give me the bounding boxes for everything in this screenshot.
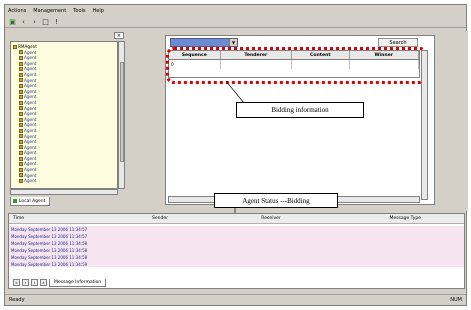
- agent-icon: [19, 123, 23, 128]
- agent-tab-icon: [13, 199, 17, 203]
- message-tab-bar: « ‹ › » Message Information: [13, 278, 107, 287]
- app-window: Actions Management Tools Help ▣ ‹ › □ ! …: [4, 4, 468, 306]
- agent-icon: [19, 95, 23, 100]
- main-vertical-scrollbar[interactable]: [421, 50, 428, 200]
- agent-icon: [19, 134, 23, 139]
- agent-icon: [19, 106, 23, 111]
- forward-icon[interactable]: ›: [30, 17, 39, 26]
- first-page-icon[interactable]: «: [13, 279, 20, 286]
- message-pane: Time Sender Receiver Message Type Monday…: [8, 213, 465, 289]
- last-page-icon[interactable]: »: [40, 279, 47, 286]
- bidding-table: Sequence Tenderer Content Winner 0: [166, 47, 428, 84]
- agent-icon: [19, 139, 23, 144]
- menu-management[interactable]: Management: [33, 8, 66, 14]
- agent-icon: [19, 61, 23, 66]
- agent-select[interactable]: ▼: [170, 38, 238, 47]
- menu-bar: Actions Management Tools Help: [5, 5, 466, 16]
- agent-status-callout: Agent Status ---Bidding: [214, 193, 338, 208]
- folder-icon: [13, 44, 17, 49]
- message-time: Monday September 13 2006 11:34:57: [11, 234, 88, 239]
- info-icon[interactable]: !: [52, 17, 61, 26]
- menu-help[interactable]: Help: [93, 8, 104, 14]
- column-header[interactable]: Receiver: [213, 216, 325, 221]
- agent-icon: [19, 72, 23, 77]
- agent-icon: [19, 111, 23, 116]
- agent-icon: [19, 167, 23, 172]
- bidding-panel: ▼ Search Sequence Tenderer Content Winne…: [165, 35, 435, 205]
- tree-horizontal-scrollbar[interactable]: [10, 189, 118, 195]
- column-header[interactable]: Time: [9, 216, 103, 221]
- agent-icon: [19, 78, 23, 83]
- agent-icon: [19, 145, 23, 150]
- highlight-outline: [166, 47, 428, 84]
- tab-local-agent-label: Local Agent: [19, 198, 46, 204]
- message-time: Monday September 13 2006 11:34:59: [11, 262, 88, 267]
- tree-item[interactable]: Agent: [13, 178, 115, 184]
- message-row[interactable]: Monday September 13 2006 11:34:58: [9, 254, 464, 261]
- column-header[interactable]: Message Type: [325, 216, 425, 221]
- agent-icon: [19, 67, 23, 72]
- agent-icon: [19, 151, 23, 156]
- next-page-icon[interactable]: ›: [31, 279, 38, 286]
- agent-icon: [19, 128, 23, 133]
- toolbar: ▣ ‹ › □ !: [5, 16, 466, 28]
- bidding-pane: ▼ Search Sequence Tenderer Content Winne…: [129, 31, 468, 211]
- agent-icon: [19, 162, 23, 167]
- chevron-down-icon[interactable]: ▼: [229, 39, 237, 46]
- status-indicator: NUM: [450, 297, 462, 303]
- message-row[interactable]: Monday September 13 2006 11:34:58: [9, 247, 464, 254]
- tab-message-information[interactable]: Message Information: [49, 278, 107, 287]
- agent-icon: [19, 173, 23, 178]
- status-text: Ready: [9, 297, 25, 303]
- agent-icon: [19, 89, 23, 94]
- agent-icon: [19, 117, 23, 122]
- tree-item-label: Agent: [24, 178, 37, 184]
- message-list: Monday September 13 2006 11:34:57 Monday…: [9, 226, 464, 268]
- agent-icon: [19, 179, 23, 184]
- agent-icon: [19, 55, 23, 60]
- message-row[interactable]: Monday September 13 2006 11:34:58: [9, 240, 464, 247]
- prev-page-icon[interactable]: ‹: [22, 279, 29, 286]
- message-time: Monday September 13 2006 11:34:58: [11, 255, 88, 260]
- new-icon[interactable]: ▣: [8, 17, 17, 26]
- message-row[interactable]: Monday September 13 2006 11:34:57: [9, 233, 464, 240]
- message-time: Monday September 13 2006 11:34:58: [11, 241, 88, 246]
- search-button[interactable]: Search: [378, 38, 418, 47]
- message-row[interactable]: Monday September 13 2006 11:34:59: [9, 261, 464, 268]
- message-row[interactable]: Monday September 13 2006 11:34:57: [9, 226, 464, 233]
- refresh-icon[interactable]: □: [41, 17, 50, 26]
- agent-tree-pane: × RMAgent Agent Agent Agent Agent Agent …: [8, 31, 126, 211]
- message-time: Monday September 13 2006 11:34:58: [11, 248, 88, 253]
- agent-tree: RMAgent Agent Agent Agent Agent Agent Ag…: [10, 41, 118, 189]
- agent-icon: [19, 156, 23, 161]
- message-table-header: Time Sender Receiver Message Type: [9, 214, 464, 224]
- agent-icon: [19, 83, 23, 88]
- scroll-thumb[interactable]: [120, 62, 124, 162]
- message-time: Monday September 13 2006 11:34:57: [11, 227, 88, 232]
- column-header[interactable]: Sender: [103, 216, 213, 221]
- tree-vertical-scrollbar[interactable]: [118, 41, 125, 189]
- status-bar: Ready NUM: [5, 294, 466, 305]
- menu-actions[interactable]: Actions: [8, 8, 26, 14]
- close-icon[interactable]: ×: [114, 32, 124, 39]
- agent-icon: [19, 50, 23, 55]
- agent-icon: [19, 100, 23, 105]
- menu-tools[interactable]: Tools: [73, 8, 85, 14]
- tab-local-agent[interactable]: Local Agent: [10, 197, 50, 206]
- back-icon[interactable]: ‹: [19, 17, 28, 26]
- bidding-information-callout: Bidding information: [236, 102, 364, 118]
